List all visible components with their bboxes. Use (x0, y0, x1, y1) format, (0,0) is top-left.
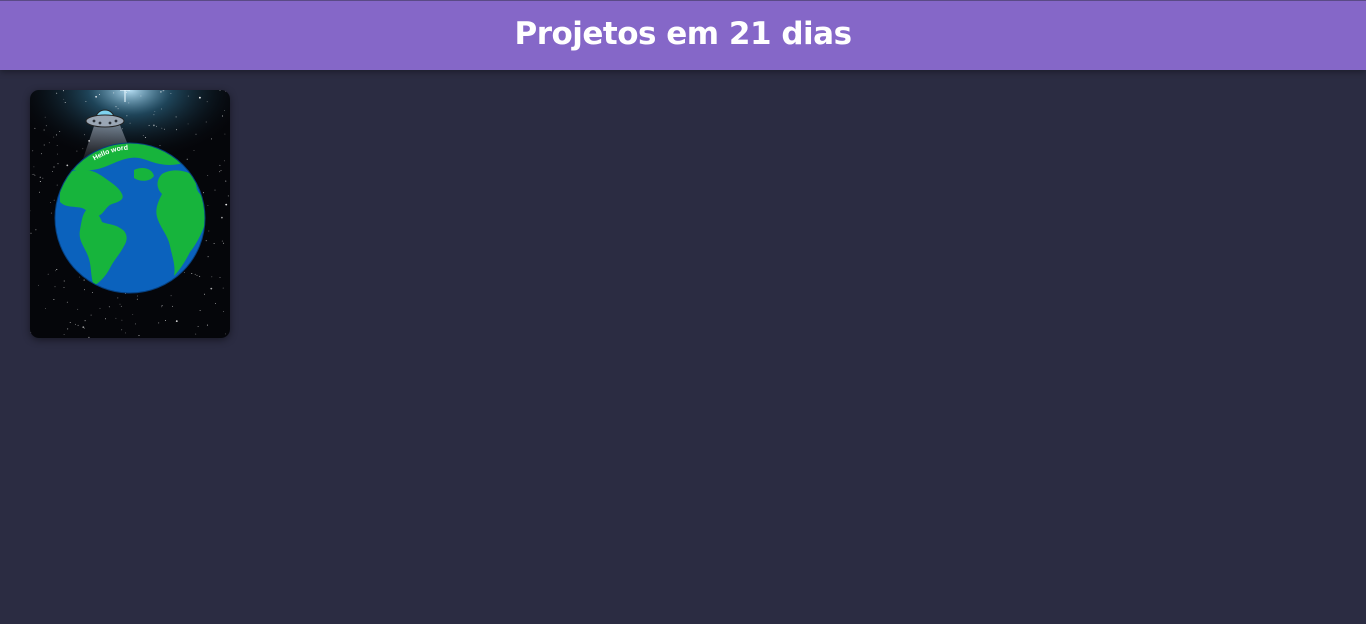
project-card[interactable]: Hello word (30, 90, 230, 338)
header-bar: Projetos em 21 dias (0, 0, 1366, 70)
projects-grid: Hello word (30, 90, 230, 338)
project-thumbnail: Hello word (30, 90, 230, 338)
page-title: Projetos em 21 dias (514, 16, 852, 52)
